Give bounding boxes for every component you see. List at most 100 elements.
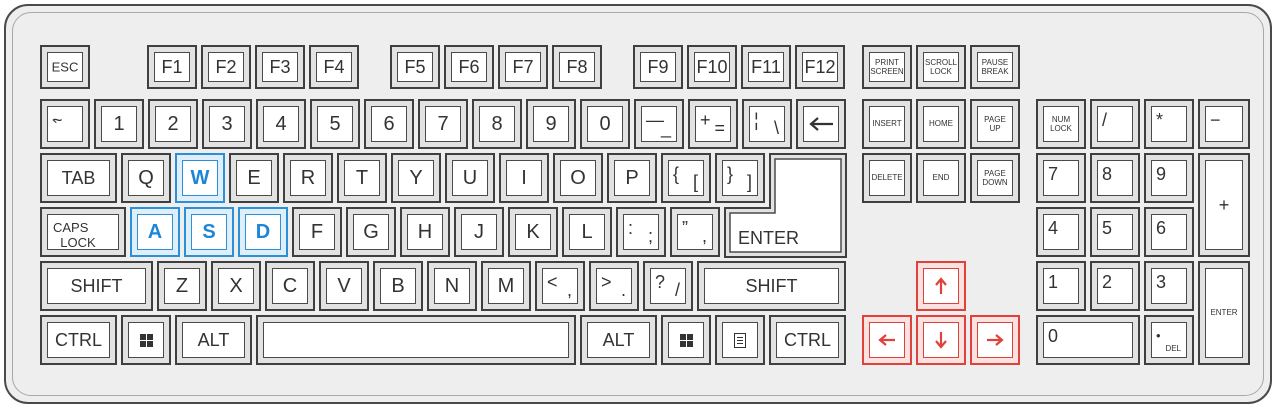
right-arrow-key[interactable]	[970, 315, 1020, 365]
num-lock-key[interactable]: NUM LOCK	[1036, 99, 1086, 149]
f8-key[interactable]: F8	[552, 45, 602, 89]
s-key[interactable]: S	[184, 207, 234, 257]
up-arrow-key[interactable]	[916, 261, 966, 311]
ctrl-left-key[interactable]: CTRL	[40, 315, 117, 365]
e-key[interactable]: E	[229, 153, 279, 203]
insert-key[interactable]: INSERT	[862, 99, 912, 149]
f9-key[interactable]: F9	[633, 45, 683, 89]
m-key[interactable]: M	[481, 261, 531, 311]
p-key[interactable]: P	[607, 153, 657, 203]
k-key[interactable]: K	[508, 207, 558, 257]
c-key[interactable]: C	[265, 261, 315, 311]
esc-key[interactable]: ESC	[40, 45, 90, 89]
key-3[interactable]: 3	[202, 99, 252, 149]
backspace-key[interactable]	[796, 99, 846, 149]
tilde-key[interactable]: ~ `	[40, 99, 90, 149]
left-arrow-key[interactable]	[862, 315, 912, 365]
period-key[interactable]: >.	[589, 261, 639, 311]
win-right-key[interactable]	[661, 315, 711, 365]
f11-key[interactable]: F11	[741, 45, 791, 89]
z-key[interactable]: Z	[157, 261, 207, 311]
d-key[interactable]: D	[238, 207, 288, 257]
pause-break-key[interactable]: PAUSE BREAK	[970, 45, 1020, 89]
num-7-key[interactable]: 7	[1036, 153, 1086, 203]
t-key[interactable]: T	[337, 153, 387, 203]
equals-key[interactable]: + =	[688, 99, 738, 149]
num-del-key[interactable]: • DEL	[1144, 315, 1194, 365]
end-key[interactable]: END	[916, 153, 966, 203]
key-6[interactable]: 6	[364, 99, 414, 149]
page-down-key[interactable]: PAGE DOWN	[970, 153, 1020, 203]
i-key[interactable]: I	[499, 153, 549, 203]
x-key[interactable]: X	[211, 261, 261, 311]
left-bracket-key[interactable]: {[	[661, 153, 711, 203]
g-key[interactable]: G	[346, 207, 396, 257]
down-arrow-key[interactable]	[916, 315, 966, 365]
num-0-key[interactable]: 0	[1036, 315, 1140, 365]
comma-key[interactable]: <,	[535, 261, 585, 311]
q-key[interactable]: Q	[121, 153, 171, 203]
tab-key[interactable]: TAB	[40, 153, 117, 203]
key-5[interactable]: 5	[310, 99, 360, 149]
num-plus-key[interactable]: +	[1198, 153, 1250, 257]
delete-key[interactable]: DELETE	[862, 153, 912, 203]
f5-key[interactable]: F5	[390, 45, 440, 89]
w-key[interactable]: W	[175, 153, 225, 203]
b-key[interactable]: B	[373, 261, 423, 311]
slash-key[interactable]: ? /	[643, 261, 693, 311]
o-key[interactable]: O	[553, 153, 603, 203]
num-3-key[interactable]: 3	[1144, 261, 1194, 311]
f4-key[interactable]: F4	[309, 45, 359, 89]
home-key[interactable]: HOME	[916, 99, 966, 149]
print-screen-key[interactable]: PRINT SCREEN	[862, 45, 912, 89]
u-key[interactable]: U	[445, 153, 495, 203]
key-7[interactable]: 7	[418, 99, 468, 149]
win-left-key[interactable]	[121, 315, 171, 365]
key-9[interactable]: 9	[526, 99, 576, 149]
alt-left-key[interactable]: ALT	[175, 315, 252, 365]
a-key[interactable]: A	[130, 207, 180, 257]
f12-key[interactable]: F12	[795, 45, 845, 89]
key-1[interactable]: 1	[94, 99, 144, 149]
key-2[interactable]: 2	[148, 99, 198, 149]
quote-key[interactable]: ”,	[670, 207, 720, 257]
caps-lock-key[interactable]: CAPS LOCK	[40, 207, 126, 257]
num-2-key[interactable]: 2	[1090, 261, 1140, 311]
num-minus-key[interactable]: −	[1198, 99, 1250, 149]
backslash-key[interactable]: ¦ \	[742, 99, 792, 149]
h-key[interactable]: H	[400, 207, 450, 257]
f3-key[interactable]: F3	[255, 45, 305, 89]
semicolon-key[interactable]: :;	[616, 207, 666, 257]
f10-key[interactable]: F10	[687, 45, 737, 89]
num-star-key[interactable]: *	[1144, 99, 1194, 149]
num-5-key[interactable]: 5	[1090, 207, 1140, 257]
n-key[interactable]: N	[427, 261, 477, 311]
num-1-key[interactable]: 1	[1036, 261, 1086, 311]
minus-key[interactable]: — _	[634, 99, 684, 149]
f6-key[interactable]: F6	[444, 45, 494, 89]
spacebar-key[interactable]	[256, 315, 576, 365]
alt-right-key[interactable]: ALT	[580, 315, 657, 365]
menu-key[interactable]	[715, 315, 765, 365]
num-6-key[interactable]: 6	[1144, 207, 1194, 257]
v-key[interactable]: V	[319, 261, 369, 311]
scroll-lock-key[interactable]: SCROLL LOCK	[916, 45, 966, 89]
key-4[interactable]: 4	[256, 99, 306, 149]
l-key[interactable]: L	[562, 207, 612, 257]
key-0[interactable]: 0	[580, 99, 630, 149]
f-key[interactable]: F	[292, 207, 342, 257]
num-slash-key[interactable]: /	[1090, 99, 1140, 149]
shift-right-key[interactable]: SHIFT	[697, 261, 846, 311]
f2-key[interactable]: F2	[201, 45, 251, 89]
num-9-key[interactable]: 9	[1144, 153, 1194, 203]
key-8[interactable]: 8	[472, 99, 522, 149]
page-up-key[interactable]: PAGE UP	[970, 99, 1020, 149]
num-enter-key[interactable]: ENTER	[1198, 261, 1250, 365]
f1-key[interactable]: F1	[147, 45, 197, 89]
shift-left-key[interactable]: SHIFT	[40, 261, 153, 311]
y-key[interactable]: Y	[391, 153, 441, 203]
ctrl-right-key[interactable]: CTRL	[769, 315, 846, 365]
num-4-key[interactable]: 4	[1036, 207, 1086, 257]
f7-key[interactable]: F7	[498, 45, 548, 89]
num-8-key[interactable]: 8	[1090, 153, 1140, 203]
